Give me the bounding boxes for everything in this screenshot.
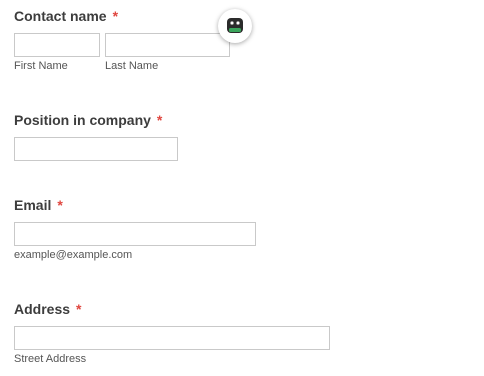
assistant-badge[interactable] [218, 9, 252, 43]
street-address-input[interactable] [14, 326, 330, 350]
required-asterisk: * [76, 301, 82, 317]
position-input[interactable] [14, 137, 178, 161]
first-name-input[interactable] [14, 33, 100, 57]
address-label-text: Address [14, 301, 71, 317]
email-input[interactable] [14, 222, 256, 246]
position-label: Position in company * [14, 112, 162, 128]
email-label: Email * [14, 197, 63, 213]
first-name-sublabel: First Name [14, 60, 68, 72]
robot-icon [227, 18, 243, 33]
contact-name-label-text: Contact name [14, 8, 107, 24]
required-asterisk: * [57, 197, 63, 213]
required-asterisk: * [112, 8, 119, 24]
last-name-sublabel: Last Name [105, 60, 159, 72]
required-asterisk: * [156, 112, 163, 128]
street-address-sublabel: Street Address [14, 353, 87, 365]
position-label-text: Position in company [14, 112, 151, 128]
email-label-text: Email [14, 197, 52, 213]
contact-name-label: Contact name * [14, 8, 118, 24]
email-sublabel: example@example.com [14, 249, 133, 261]
address-label: Address * [14, 301, 81, 317]
last-name-input[interactable] [105, 33, 230, 57]
